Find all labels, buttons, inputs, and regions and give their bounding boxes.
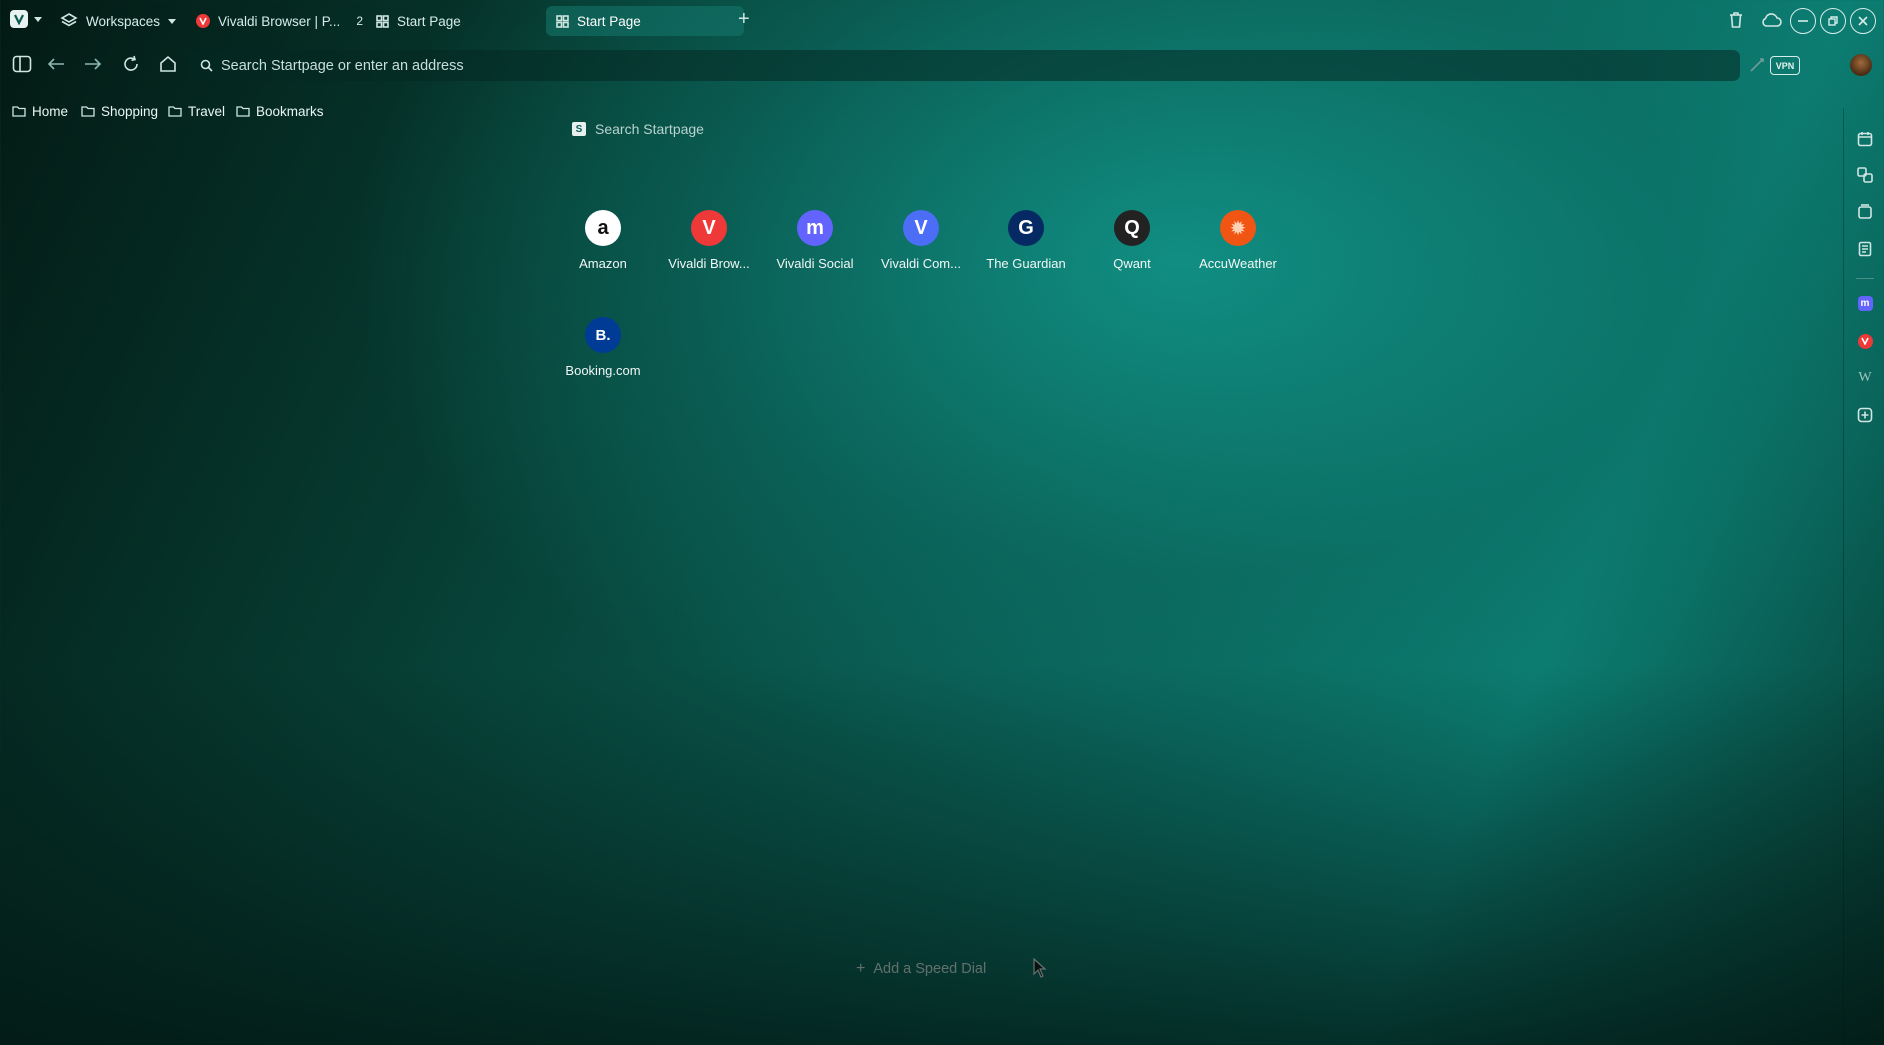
arrow-right-icon bbox=[84, 57, 102, 71]
bookmark-bookmarks[interactable]: Bookmarks bbox=[236, 101, 324, 121]
new-tab-button[interactable]: + bbox=[738, 8, 750, 31]
startpage-search[interactable]: S Search Startpage bbox=[572, 121, 704, 137]
speed-dial-label: Amazon bbox=[579, 256, 627, 271]
speed-dial-label: Vivaldi Brow... bbox=[668, 256, 750, 271]
layers-icon bbox=[60, 12, 78, 30]
speed-dial-label: The Guardian bbox=[986, 256, 1066, 271]
vpn-button[interactable]: VPN bbox=[1770, 56, 1800, 75]
translate-panel-icon[interactable] bbox=[1856, 166, 1874, 184]
back-button[interactable] bbox=[44, 52, 68, 76]
speed-dial-item[interactable]: ✹ AccuWeather bbox=[1188, 210, 1288, 271]
home-button[interactable] bbox=[156, 52, 180, 76]
bookmark-folder-icon bbox=[81, 105, 95, 117]
calendar-panel-icon[interactable] bbox=[1856, 130, 1874, 148]
bookmark-shopping[interactable]: Shopping bbox=[81, 101, 158, 121]
speed-dial-logo-icon: V bbox=[903, 210, 939, 246]
bookmark-label: Shopping bbox=[101, 103, 159, 119]
bookmark-travel[interactable]: Travel bbox=[168, 101, 225, 121]
minimize-button[interactable] bbox=[1790, 8, 1816, 34]
tab-title: Start Page bbox=[577, 13, 641, 29]
folder-icon bbox=[236, 105, 250, 117]
arrow-left-icon bbox=[47, 57, 65, 71]
forward-button[interactable] bbox=[81, 52, 105, 76]
workspaces-label: Workspaces bbox=[86, 13, 161, 29]
reload-button[interactable] bbox=[119, 52, 143, 76]
vivaldi-panel-icon[interactable] bbox=[1856, 332, 1874, 350]
trash-icon[interactable] bbox=[1728, 11, 1744, 29]
speed-dial-logo-icon: ✹ bbox=[1220, 210, 1256, 246]
speed-dial-label: Qwant bbox=[1113, 256, 1151, 271]
wikipedia-panel-icon[interactable]: W bbox=[1856, 369, 1874, 387]
startpage-logo-icon: S bbox=[572, 122, 586, 136]
tab-stack-count: 2 bbox=[356, 14, 363, 28]
address-input[interactable] bbox=[219, 56, 1703, 75]
restore-button[interactable] bbox=[1820, 8, 1846, 34]
speed-dial-label: Booking.com bbox=[565, 363, 641, 378]
add-speed-dial-button[interactable]: + Add a Speed Dial bbox=[856, 960, 986, 978]
startpage-search-placeholder: Search Startpage bbox=[595, 121, 704, 137]
speed-dial-label: Vivaldi Social bbox=[776, 256, 854, 271]
notes-panel-icon[interactable] bbox=[1856, 240, 1874, 258]
address-bar[interactable] bbox=[190, 50, 1740, 81]
speed-dial-logo-icon: V bbox=[691, 210, 727, 246]
vivaldi-menu-button[interactable] bbox=[10, 10, 42, 28]
chevron-down-icon bbox=[168, 18, 177, 24]
chevron-down-icon bbox=[34, 16, 42, 22]
vivaldi-favicon-icon bbox=[196, 14, 210, 28]
sync-cloud-icon[interactable] bbox=[1760, 12, 1782, 28]
add-speed-dial-label: Add a Speed Dial bbox=[873, 961, 987, 977]
grid-icon bbox=[376, 14, 389, 28]
tab-title: Vivaldi Browser | P... bbox=[218, 13, 341, 29]
speed-dial-label: Vivaldi Com... bbox=[881, 256, 961, 271]
speed-dial-label: AccuWeather bbox=[1199, 256, 1277, 271]
tab-vivaldi-browser[interactable]: Vivaldi Browser | P... 2 bbox=[196, 6, 363, 36]
bookmark-home[interactable]: Home bbox=[12, 101, 68, 121]
panel-toggle-button[interactable] bbox=[10, 52, 34, 76]
close-window-button[interactable] bbox=[1850, 8, 1876, 34]
minimize-icon bbox=[1798, 20, 1808, 22]
workspaces-button[interactable]: Workspaces bbox=[60, 6, 177, 36]
speed-dial-logo-icon: B. bbox=[585, 317, 621, 353]
speed-dial-logo-icon: Q bbox=[1114, 210, 1150, 246]
bookmark-folder-icon bbox=[168, 105, 182, 117]
panel-divider bbox=[1856, 278, 1874, 279]
search-icon bbox=[200, 59, 213, 72]
tab-bar: Workspaces Vivaldi Browser | P... 2 Star… bbox=[0, 0, 1884, 42]
tab-start-page-active[interactable]: Start Page bbox=[546, 6, 744, 36]
speed-dial-item[interactable]: V Vivaldi Brow... bbox=[659, 210, 759, 271]
speed-dial-logo-icon: a bbox=[585, 210, 621, 246]
speed-dial-logo-icon: G bbox=[1008, 210, 1044, 246]
bookmark-label: Travel bbox=[188, 103, 226, 119]
tab-start-page[interactable]: Start Page bbox=[376, 6, 461, 36]
extensions-icon[interactable] bbox=[1748, 56, 1766, 74]
plus-icon: + bbox=[856, 960, 866, 977]
speed-dial-item[interactable]: V Vivaldi Com... bbox=[871, 210, 971, 271]
home-icon bbox=[159, 55, 177, 73]
vivaldi-logo-icon bbox=[10, 10, 28, 28]
tab-title: Start Page bbox=[397, 13, 461, 29]
speed-dial-item[interactable]: Q Qwant bbox=[1082, 210, 1182, 271]
mastodon-panel-icon[interactable]: m bbox=[1856, 294, 1874, 312]
profile-avatar[interactable] bbox=[1850, 54, 1872, 76]
mouse-cursor-icon bbox=[1033, 958, 1047, 978]
speed-dial-item[interactable]: B. Booking.com bbox=[553, 317, 653, 378]
bookmark-label: Bookmarks bbox=[256, 103, 324, 119]
bookmark-folder-icon bbox=[12, 105, 26, 117]
add-panel-icon[interactable] bbox=[1856, 406, 1874, 424]
window-panel-icon[interactable] bbox=[1856, 203, 1874, 221]
bookmark-label: Home bbox=[32, 103, 69, 119]
reload-icon bbox=[122, 55, 140, 73]
sidebar-icon bbox=[12, 55, 32, 73]
side-panel: m W bbox=[1843, 108, 1884, 1045]
speed-dial-logo-icon: m bbox=[797, 210, 833, 246]
speed-dial-item[interactable]: a Amazon bbox=[553, 210, 653, 271]
grid-icon bbox=[556, 14, 569, 28]
restore-icon bbox=[1828, 16, 1838, 26]
speed-dial-item[interactable]: G The Guardian bbox=[976, 210, 1076, 271]
close-icon bbox=[1858, 16, 1868, 26]
speed-dial-item[interactable]: m Vivaldi Social bbox=[765, 210, 865, 271]
